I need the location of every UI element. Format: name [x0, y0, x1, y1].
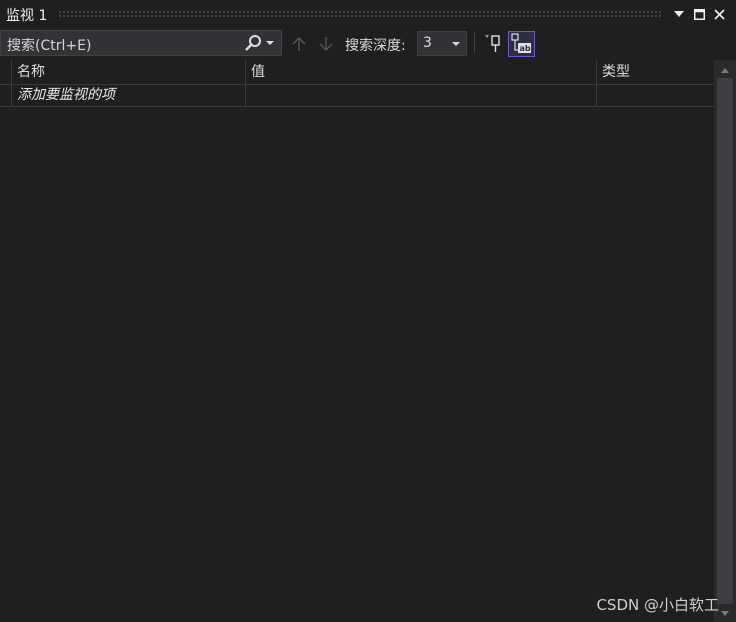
value-cell	[246, 85, 596, 106]
find-next-button[interactable]	[317, 34, 335, 54]
svg-text:ab: ab	[520, 44, 531, 53]
type-cell	[597, 85, 714, 106]
column-header-type[interactable]: 类型	[597, 60, 714, 85]
scrollbar-thumb[interactable]	[717, 78, 733, 604]
vertical-scrollbar[interactable]	[714, 60, 736, 622]
close-icon	[713, 8, 725, 20]
watch-grid-header: 名称 值 类型	[0, 60, 714, 85]
search-depth-label: 搜索深度:	[345, 38, 406, 54]
table-row[interactable]: 添加要监视的项	[0, 85, 714, 107]
pin-icon	[485, 35, 500, 52]
watermark: CSDN @小白软工	[596, 596, 719, 614]
window-menu-button[interactable]	[670, 5, 688, 23]
hex-display-button[interactable]: ab	[508, 31, 535, 57]
search-icon	[245, 35, 261, 51]
window-title: 监视 1	[6, 8, 48, 24]
toolbar-separator	[474, 33, 475, 53]
chevron-down-icon	[452, 42, 460, 46]
search-depth-select[interactable]: 3	[417, 31, 467, 56]
scroll-up-button[interactable]	[714, 62, 736, 78]
caret-down-icon	[721, 610, 729, 616]
caret-up-icon	[721, 67, 729, 73]
chevron-down-icon	[674, 11, 684, 17]
search-depth-value: 3	[423, 35, 432, 51]
search-box[interactable]: 搜索(Ctrl+E)	[0, 30, 282, 56]
arrow-down-icon	[319, 37, 333, 51]
search-input[interactable]: 搜索(Ctrl+E)	[7, 35, 91, 55]
maximize-button[interactable]	[690, 5, 708, 23]
pin-button[interactable]	[483, 32, 505, 54]
hex-display-icon: ab	[511, 33, 531, 53]
column-header-name[interactable]: 名称	[12, 60, 245, 85]
search-button[interactable]	[243, 33, 277, 53]
title-bar: 监视 1	[0, 0, 736, 30]
find-previous-button[interactable]	[290, 34, 308, 54]
add-watch-placeholder[interactable]: 添加要监视的项	[12, 85, 245, 106]
maximize-icon	[693, 8, 705, 20]
chevron-down-icon	[266, 41, 274, 45]
toolbar: 搜索(Ctrl+E) 搜索深度: 3 ab	[0, 30, 736, 60]
column-header-value[interactable]: 值	[246, 60, 596, 85]
title-grip[interactable]	[58, 10, 662, 18]
close-button[interactable]	[710, 5, 728, 23]
arrow-up-icon	[292, 37, 306, 51]
